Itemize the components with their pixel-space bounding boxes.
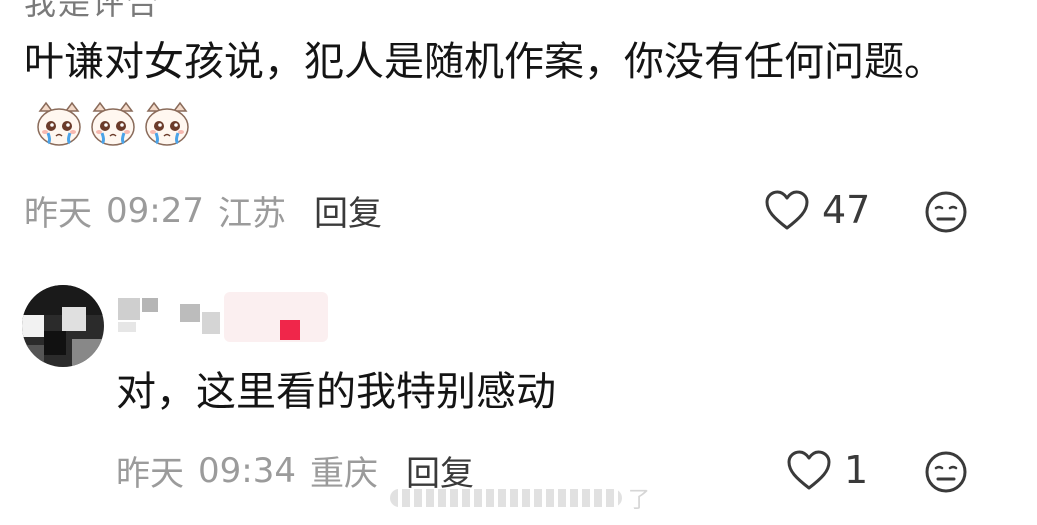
comment2-avatar[interactable] <box>22 285 104 367</box>
comment1-time: 09:27 <box>106 190 204 231</box>
crying-cat-icon <box>145 101 189 146</box>
crying-cat-icon <box>37 101 81 146</box>
watermark: 了 <box>390 480 650 516</box>
heart-icon <box>765 190 809 230</box>
comment2-location: 重庆 <box>309 454 378 494</box>
comment1-reply-button[interactable]: 回复 <box>314 186 382 235</box>
crying-cat-icon <box>91 101 135 146</box>
watermark-text: 了 <box>627 488 650 513</box>
badge-red-mark <box>280 320 300 340</box>
comment1-time-day: 昨天 <box>24 194 92 234</box>
comment1-text: 叶谦对女孩说，犯人是随机作案，你没有任何问题。 <box>24 30 984 158</box>
comment1-like-count: 47 <box>822 188 871 232</box>
comment1-username[interactable]: 我是评合 <box>24 0 160 24</box>
comment1-like-button[interactable]: 47 <box>764 188 870 232</box>
comment2-time: 09:34 <box>198 450 296 491</box>
neutral-face-icon[interactable] <box>924 450 968 494</box>
comment2-like-button[interactable]: 1 <box>786 448 868 492</box>
watermark-blur <box>390 489 622 507</box>
comment2-time-day: 昨天 <box>116 454 184 494</box>
neutral-face-icon[interactable] <box>924 190 968 234</box>
comment1-location: 江苏 <box>217 194 286 234</box>
heart-icon <box>787 450 831 490</box>
comment1-meta: 昨天 09:27 江苏 回复 <box>24 186 382 235</box>
comment2-text: 对，这里看的我特别感动 <box>116 369 556 415</box>
comment2-like-count: 1 <box>844 448 869 492</box>
comment2-user-badge <box>224 292 328 342</box>
comment1-emoji-row <box>34 99 192 149</box>
comment1-body: 叶谦对女孩说，犯人是随机作案，你没有任何问题。 <box>24 39 944 85</box>
